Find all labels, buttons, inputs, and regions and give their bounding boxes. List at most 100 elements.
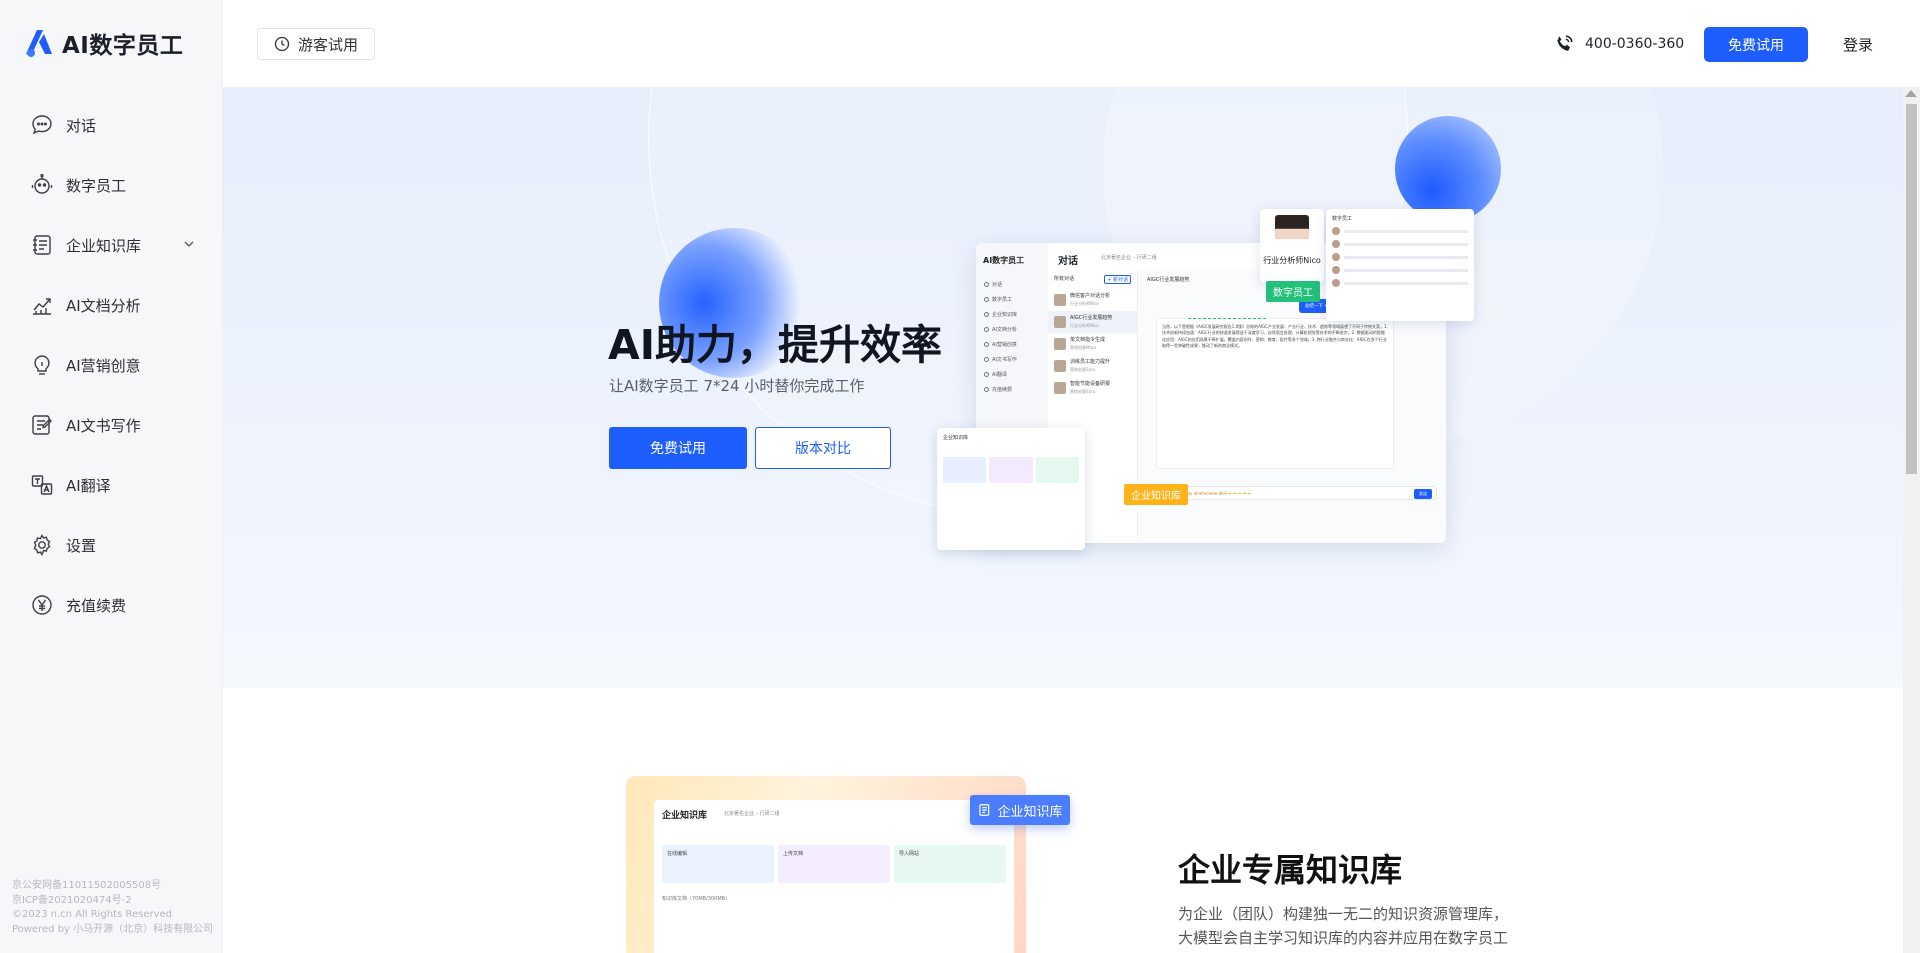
hero-section: AI助力，提升效率 让AI数字员工 7*24 小时替你完成工作 免费试用 版本对… (223, 88, 1903, 688)
kb-screenshot-title: 企业知识库 (662, 811, 708, 821)
mockup-answer-bubble: 当然，以下是根据《AIGC发展研究报告1.0版》总结的AIGC产业发展：产业行业… (1156, 318, 1394, 469)
sidebar-item-label: 数字员工 (66, 176, 127, 195)
sidebar-item-recharge[interactable]: 充值续费 (0, 575, 223, 635)
mockup-nav-item: AI翻译 (984, 367, 1017, 382)
document-edit-icon (32, 415, 52, 435)
sidebar-item-label: 设置 (66, 536, 97, 555)
mockup-crumb: 北京著名企业 – 行研二组 (1101, 255, 1157, 261)
mockup-list-header: 所有对话 + 新对话 (1048, 270, 1137, 289)
mockup-conversation: AIGC行业发展趋势 行业分析师Nico (1048, 311, 1137, 333)
yen-coin-icon (32, 595, 52, 615)
mockup-nav: 对话 数字员工 企业知识库 AI文档分析 AI营销创意 AI文书写作 AI翻译 … (984, 277, 1017, 397)
kb-table-label: 知识库文档（70MB/300MB） (662, 896, 731, 902)
sidebar-item-label: 企业知识库 (66, 236, 142, 255)
sidebar-item-translate[interactable]: AI翻译 (0, 455, 223, 515)
knowledge-base-section: 企业知识库 北京著名企业 – 行研二组 在线编辑 上传文档 导入网站 知识库文档… (223, 688, 1903, 953)
employee-name: 行业分析师Nico (1263, 256, 1321, 265)
sidebar-item-label: AI文档分析 (66, 296, 141, 315)
mockup-logo: AI数字员工 (983, 256, 1025, 265)
phone-number: 400-0360-360 (1585, 36, 1685, 52)
hero-subtitle: 让AI数字员工 7*24 小时替你完成工作 (609, 377, 865, 395)
robot-icon (31, 173, 53, 194)
sidebar-item-settings[interactable]: 设置 (0, 515, 223, 575)
digital-employee-badge: 数字员工 (1266, 281, 1320, 302)
sidebar-item-digital-employee[interactable]: 数字员工 (0, 155, 223, 215)
mockup-send-button: 发送 (1414, 489, 1432, 499)
kb-panel-title: 企业知识库 (943, 435, 969, 441)
footer-line[interactable]: 京公安网备11011502005508号 (12, 879, 213, 894)
connector-line (1188, 318, 1266, 319)
kb-tile: 导入网站 (894, 845, 1006, 883)
gear-icon (33, 534, 51, 556)
clock-icon (274, 36, 290, 52)
knowledge-base-icon (33, 235, 51, 255)
translate-icon (31, 475, 53, 495)
brand-logo[interactable]: AI数字员工 (22, 26, 183, 60)
kb-screenshot-crumb: 北京著名企业 – 行研二组 (724, 811, 780, 817)
chevron-down-icon[interactable] (183, 238, 195, 250)
mockup-nav-item: 企业知识库 (984, 307, 1017, 322)
mockup-title: 对话 (1058, 256, 1078, 267)
sidebar-item-marketing[interactable]: AI营销创意 (0, 335, 223, 395)
scrollbar-thumb[interactable] (1906, 104, 1917, 474)
mockup-nav-item: 充值续费 (984, 382, 1017, 397)
employee-panel: 数字员工 (1326, 209, 1474, 321)
sidebar-item-label: 充值续费 (66, 596, 127, 615)
employee-card: 行业分析师Nico (1260, 209, 1324, 282)
brand-logo-icon (26, 30, 52, 57)
kb-badge-label: 企业知识库 (997, 804, 1063, 820)
kb-screenshot-inner: 企业知识库 北京著名企业 – 行研二组 在线编辑 上传文档 导入网站 知识库文档… (654, 800, 1014, 953)
sidebar: AI数字员工 对话 数字员工 企业知识库 AI文档分析 AI营销创意 AI文书写… (0, 0, 223, 953)
mockup-nav-item: AI文档分析 (984, 322, 1017, 337)
sidebar-nav: 对话 数字员工 企业知识库 AI文档分析 AI营销创意 AI文书写作 AI翻译 … (0, 95, 223, 635)
sidebar-item-chat[interactable]: 对话 (0, 95, 223, 155)
chart-line-icon (33, 298, 51, 315)
knowledge-base-icon (979, 804, 990, 816)
knowledge-base-panel: 企业知识库 (937, 428, 1085, 550)
header-free-trial-button[interactable]: 免费试用 (1704, 27, 1808, 62)
guest-trial-label: 游客试用 (297, 35, 358, 54)
mockup-conversation: 智能节能设备研报 营销创意Sara (1048, 377, 1137, 399)
hero-free-trial-button[interactable]: 免费试用 (609, 427, 747, 469)
footer-line: Powered by 小马开源（北京）科技有限公司 (12, 923, 214, 935)
chat-bubble-icon (32, 115, 52, 135)
phone-contact[interactable]: 400-0360-360 (1553, 33, 1684, 55)
decor-sphere (1395, 116, 1501, 222)
lightbulb-icon (34, 355, 50, 375)
sidebar-item-knowledge-base[interactable]: 企业知识库 (0, 215, 223, 275)
kb-screenshot: 企业知识库 北京著名企业 – 行研二组 在线编辑 上传文档 导入网站 知识库文档… (626, 776, 1026, 953)
kb-tile: 在线编辑 (662, 845, 774, 883)
section-description: 为企业（团队）构建独一无二的知识资源管理库，大模型会自主学习知识库的内容并应用在… (1178, 905, 1509, 947)
sidebar-item-label: AI营销创意 (66, 356, 141, 375)
mockup-nav-item: AI营销创意 (984, 337, 1017, 352)
mockup-nav-item: 数字员工 (984, 292, 1017, 307)
sidebar-item-label: AI翻译 (66, 476, 111, 495)
guest-trial-button[interactable]: 游客试用 (257, 28, 375, 60)
employee-panel-title: 数字员工 (1332, 216, 1353, 222)
knowledge-base-badge: 企业知识库 (1124, 484, 1188, 505)
footer-line[interactable]: 京ICP备2021020474号-2 (12, 894, 213, 909)
kb-feature-badge: 企业知识库 (970, 795, 1070, 825)
section-title: 企业专属知识库 (1178, 851, 1403, 889)
mockup-conversation: 训练员工能力提升 营销创意Sara (1048, 355, 1137, 377)
phone-icon (1557, 35, 1573, 51)
hero-title: AI助力，提升效率 (608, 321, 942, 369)
login-link[interactable]: 登录 (1843, 34, 1873, 55)
sidebar-footer: 京公安网备11011502005508号 京ICP备2021020474号-2 … (12, 879, 213, 937)
footer-line: ©2023 n.cn All Rights Reserved (12, 909, 172, 920)
top-header: 游客试用 400-0360-360 免费试用 登录 (223, 0, 1920, 88)
connector-line (1189, 493, 1251, 494)
mockup-nav-item: AI文书写作 (984, 352, 1017, 367)
brand-name: AI数字员工 (62, 33, 184, 59)
sidebar-item-label: 对话 (66, 116, 97, 135)
mockup-conversation: 单文档指令生成 营销创意Mara (1048, 333, 1137, 355)
sidebar-item-writing[interactable]: AI文书写作 (0, 395, 223, 455)
employee-avatar (1275, 215, 1309, 249)
sidebar-item-doc-analysis[interactable]: AI文档分析 (0, 275, 223, 335)
scroll-up-arrow-icon[interactable] (1905, 90, 1917, 97)
kb-tile: 上传文档 (778, 845, 890, 883)
version-compare-button[interactable]: 版本对比 (755, 427, 891, 469)
mockup-nav-item: 对话 (984, 277, 1017, 292)
sidebar-item-label: AI文书写作 (66, 416, 141, 435)
mockup-conversation: 微信客户对话分析 行业分析师Nico (1048, 289, 1137, 311)
